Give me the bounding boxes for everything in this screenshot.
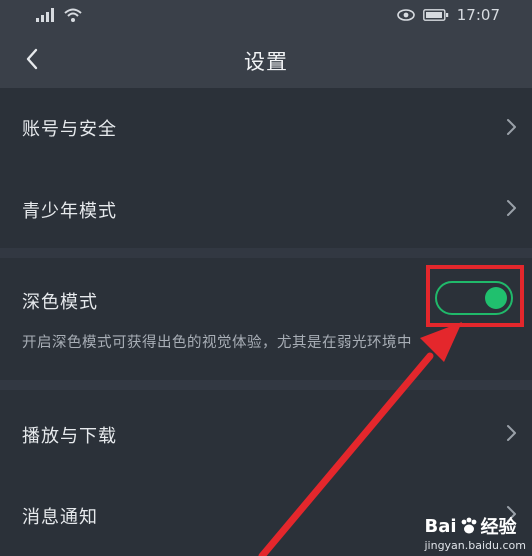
settings-screen: 17:07 设置 账号与安全 青少年模式 深色模式 开启深色模式可获得出色的视觉… xyxy=(0,0,532,556)
wifi-icon xyxy=(64,8,82,22)
eye-icon xyxy=(396,9,415,21)
section-divider xyxy=(0,380,532,390)
status-bar: 17:07 xyxy=(0,0,532,32)
page-title: 设置 xyxy=(244,50,288,74)
settings-item-teen-mode[interactable]: 青少年模式 xyxy=(0,166,532,248)
baidu-watermark: Bai 经验 jingyan.baidu.com xyxy=(424,513,526,553)
chevron-right-icon xyxy=(507,425,516,441)
settings-item-label: 青少年模式 xyxy=(22,201,117,222)
settings-item-account-security[interactable]: 账号与安全 xyxy=(0,88,532,166)
signal-icon xyxy=(36,8,54,22)
chevron-right-icon xyxy=(507,119,516,135)
paw-icon xyxy=(461,517,476,534)
title-bar: 设置 xyxy=(0,32,532,88)
watermark-brand: Bai 经验 xyxy=(424,513,526,539)
status-time: 17:07 xyxy=(456,6,500,24)
settings-item-label: 播放与下载 xyxy=(22,426,117,447)
settings-item-playback-download[interactable]: 播放与下载 xyxy=(0,390,532,474)
status-right: 17:07 xyxy=(396,6,500,24)
settings-item-label: 深色模式 xyxy=(22,292,98,313)
watermark-url: jingyan.baidu.com xyxy=(424,539,526,552)
section-divider xyxy=(0,248,532,258)
battery-icon xyxy=(422,9,448,21)
watermark-brand-text: Bai xyxy=(424,515,457,537)
watermark-suffix: 经验 xyxy=(480,517,517,538)
status-left xyxy=(36,8,82,22)
settings-item-label: 账号与安全 xyxy=(22,119,117,140)
dark-mode-description: 开启深色模式可获得出色的视觉体验，尤其是在弱光环境中 xyxy=(22,335,412,351)
chevron-right-icon xyxy=(507,200,516,216)
settings-item-label: 消息通知 xyxy=(22,507,98,528)
highlight-box xyxy=(426,265,524,327)
